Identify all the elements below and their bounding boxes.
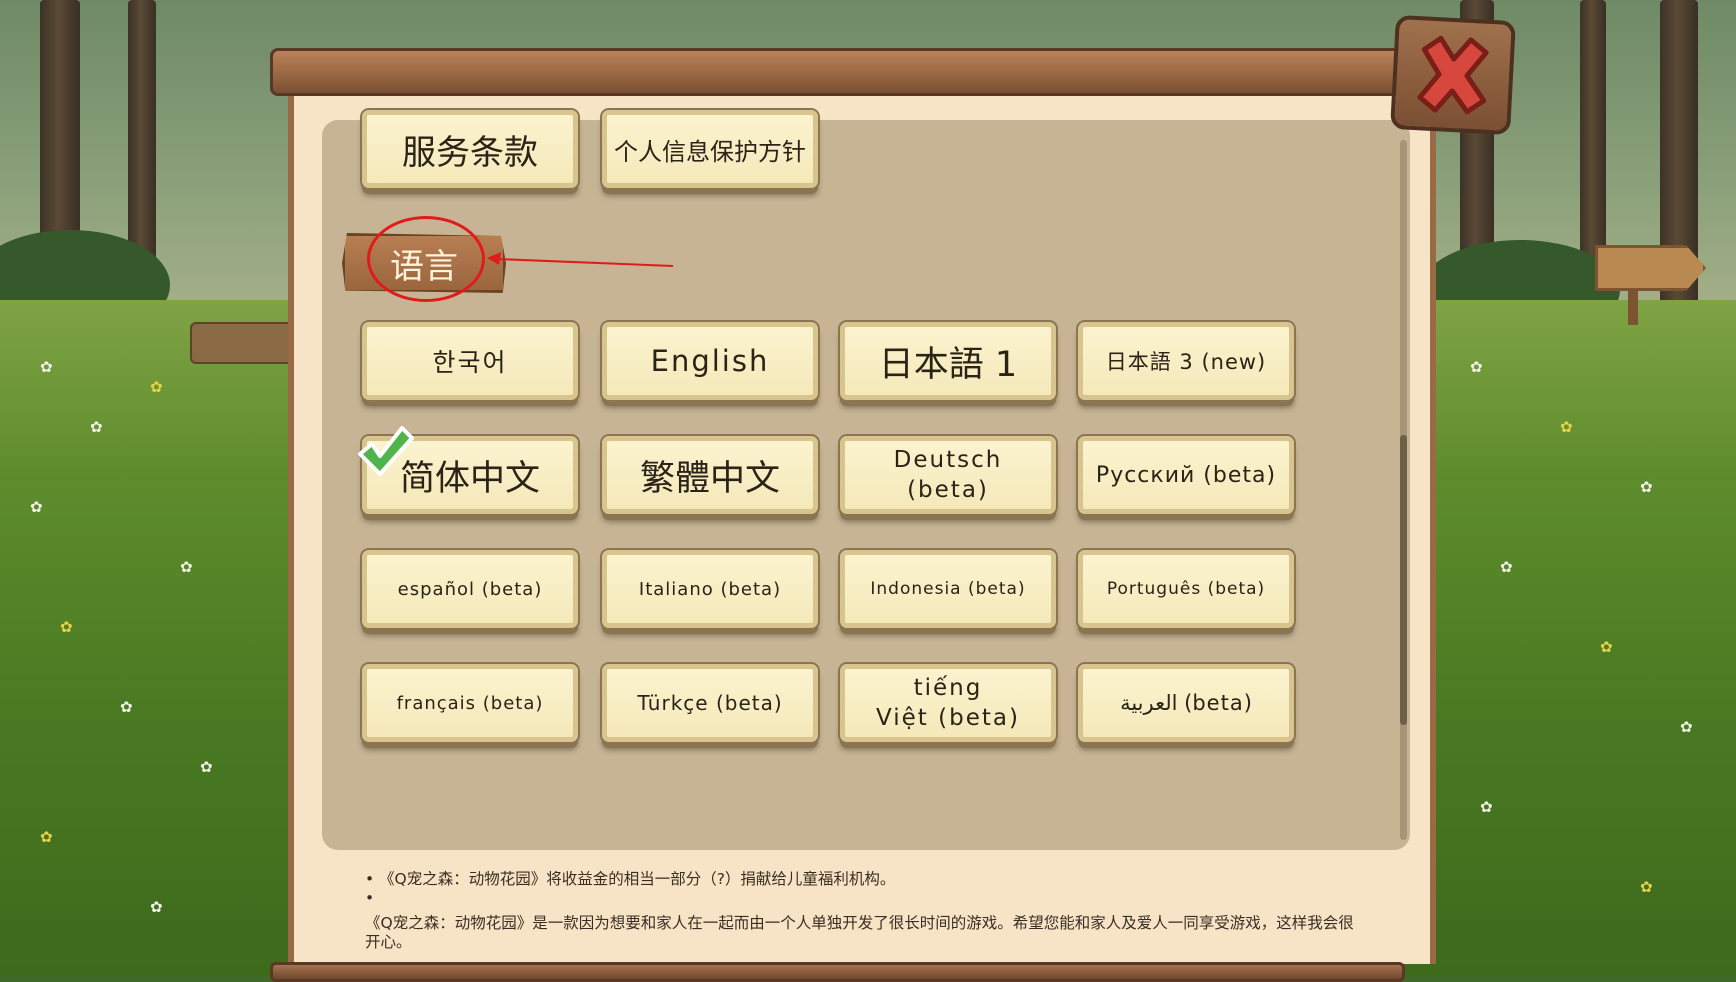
language-vietnamese-button[interactable]: tiếng Việt (beta) <box>840 664 1056 742</box>
footer-notes: • 《Q宠之森：动物花园》将收益金的相当一部分（?）捐献给儿童福利机构。 • 《… <box>365 870 1385 952</box>
close-x-icon <box>1417 35 1489 115</box>
flower: ✿ <box>1480 798 1493 816</box>
terms-of-service-button[interactable]: 服务条款 <box>362 110 578 188</box>
language-indonesian-button[interactable]: Indonesia (beta) <box>840 550 1056 628</box>
language-german-button[interactable]: Deutsch (beta) <box>840 436 1056 514</box>
language-label-line2: Việt (beta) <box>876 705 1020 731</box>
language-english-button[interactable]: English <box>602 322 818 400</box>
flower: ✿ <box>1560 418 1573 436</box>
language-portuguese-button[interactable]: Português (beta) <box>1078 550 1294 628</box>
scrollbar-thumb[interactable] <box>1400 435 1407 725</box>
scroll-top-rod <box>270 48 1405 96</box>
language-japanese-1-button[interactable]: 日本語 1 <box>840 322 1056 400</box>
flower: ✿ <box>1680 718 1693 736</box>
language-label: 日本語 1 <box>878 344 1018 385</box>
checkmark-icon <box>358 426 414 476</box>
language-label: Indonesia (beta) <box>870 579 1026 599</box>
language-label: 繁體中文 <box>639 458 780 499</box>
privacy-policy-button[interactable]: 个人信息保护方针 <box>602 110 818 188</box>
language-label: Русский (beta) <box>1095 462 1277 488</box>
language-label-line2: (beta) <box>907 477 989 503</box>
language-russian-button[interactable]: Русский (beta) <box>1078 436 1294 514</box>
language-label: English <box>650 344 770 378</box>
language-traditional-chinese-button[interactable]: 繁體中文 <box>602 436 818 514</box>
language-label: العربية (beta) <box>1120 691 1252 715</box>
language-label-line1: tiếng <box>913 675 983 701</box>
signpost <box>1595 245 1706 291</box>
bullet: • <box>365 870 375 888</box>
flower: ✿ <box>1470 358 1483 376</box>
language-label: 简体中文 <box>399 458 540 499</box>
note-row: • 《Q宠之森：动物花园》将收益金的相当一部分（?）捐献给儿童福利机构。 <box>365 870 1385 889</box>
language-italian-button[interactable]: Italiano (beta) <box>602 550 818 628</box>
flower: ✿ <box>1500 558 1513 576</box>
flower: ✿ <box>40 358 53 376</box>
annotation-arrow <box>487 252 674 267</box>
flower: ✿ <box>90 418 103 436</box>
flower: ✿ <box>200 758 213 776</box>
flower: ✿ <box>30 498 43 516</box>
flower: ✿ <box>1600 638 1613 656</box>
flower: ✿ <box>40 828 53 846</box>
flower: ✿ <box>1640 878 1653 896</box>
flower: ✿ <box>120 698 133 716</box>
annotation-circle <box>367 216 485 302</box>
language-label: Português (beta) <box>1106 579 1266 599</box>
language-korean-button[interactable]: 한국어 <box>362 322 578 400</box>
flower: ✿ <box>150 898 163 916</box>
language-turkish-button[interactable]: Türkçe (beta) <box>602 664 818 742</box>
language-label: español (beta) <box>397 578 543 600</box>
flower: ✿ <box>180 558 193 576</box>
language-label: 한국어 <box>432 348 508 377</box>
scrollbar-track[interactable] <box>1400 140 1407 840</box>
language-french-button[interactable]: français (beta) <box>362 664 578 742</box>
privacy-label: 个人信息保护方针 <box>614 137 806 166</box>
language-label: Türkçe (beta) <box>637 691 783 715</box>
language-label: français (beta) <box>396 692 544 714</box>
language-spanish-button[interactable]: español (beta) <box>362 550 578 628</box>
log <box>190 322 294 364</box>
language-label: 日本語 3 (new) <box>1105 350 1267 374</box>
language-japanese-3-button[interactable]: 日本語 3 (new) <box>1078 322 1294 400</box>
flower: ✿ <box>150 378 163 396</box>
bullet: • <box>365 889 375 907</box>
note-charity: 《Q宠之森：动物花园》将收益金的相当一部分（?）捐献给儿童福利机构。 <box>379 870 896 888</box>
note-row: • <box>365 889 1385 908</box>
flower: ✿ <box>60 618 73 636</box>
close-button[interactable] <box>1390 14 1516 136</box>
terms-label: 服务条款 <box>402 132 538 173</box>
flower: ✿ <box>1640 478 1653 496</box>
language-label: Italiano (beta) <box>638 578 782 600</box>
language-label-line1: Deutsch <box>893 447 1003 473</box>
note-paragraph: 《Q宠之森：动物花园》是一款因为想要和家人在一起而由一个人单独开发了很长时间的游… <box>365 914 1354 951</box>
scroll-bottom-rod <box>270 962 1405 982</box>
language-arabic-button[interactable]: العربية (beta) <box>1078 664 1294 742</box>
